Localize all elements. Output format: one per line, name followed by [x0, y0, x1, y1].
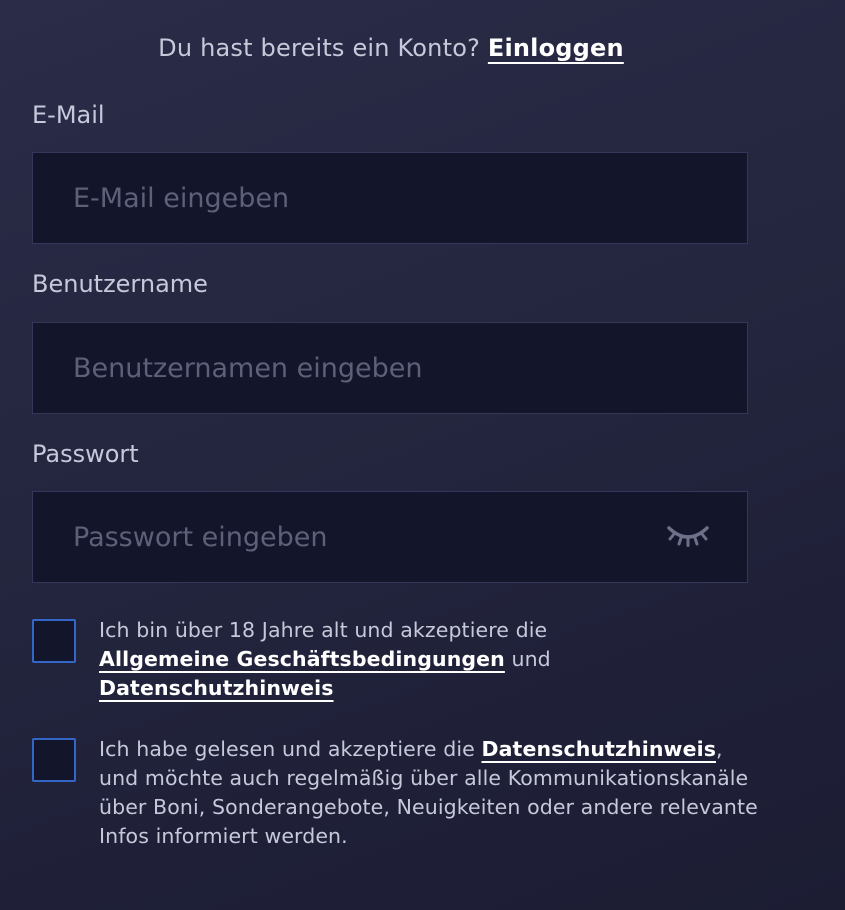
password-input[interactable]	[33, 492, 747, 582]
login-prompt: Du hast bereits ein Konto? Einloggen	[0, 34, 782, 62]
password-field-box	[32, 491, 748, 583]
login-prompt-text: Du hast bereits ein Konto?	[158, 34, 481, 62]
terms-consent-text: Ich bin über 18 Jahre alt und akzeptiere…	[99, 616, 759, 703]
marketing-checkbox[interactable]	[32, 738, 76, 782]
privacy-link[interactable]: Datenschutzhinweis	[99, 676, 334, 700]
eye-closed-icon[interactable]	[665, 522, 711, 552]
terms-text-before: Ich bin über 18 Jahre alt und akzeptiere…	[99, 618, 548, 642]
terms-checkbox[interactable]	[32, 619, 76, 663]
marketing-text-before: Ich habe gelesen und akzeptiere die	[99, 737, 475, 761]
email-field-box	[32, 152, 748, 244]
marketing-privacy-link[interactable]: Datenschutzhinweis	[482, 737, 717, 761]
login-link[interactable]: Einloggen	[488, 34, 624, 62]
terms-link[interactable]: Allgemeine Geschäftsbedingungen	[99, 647, 505, 671]
marketing-consent-text: Ich habe gelesen und akzeptiere die Date…	[99, 735, 759, 851]
username-input[interactable]	[33, 323, 747, 413]
username-field-box	[32, 322, 748, 414]
username-label: Benutzername	[32, 270, 208, 298]
terms-conjunction: und	[511, 647, 551, 671]
email-input[interactable]	[33, 153, 747, 243]
email-label: E-Mail	[32, 101, 105, 129]
password-label: Passwort	[32, 440, 139, 468]
